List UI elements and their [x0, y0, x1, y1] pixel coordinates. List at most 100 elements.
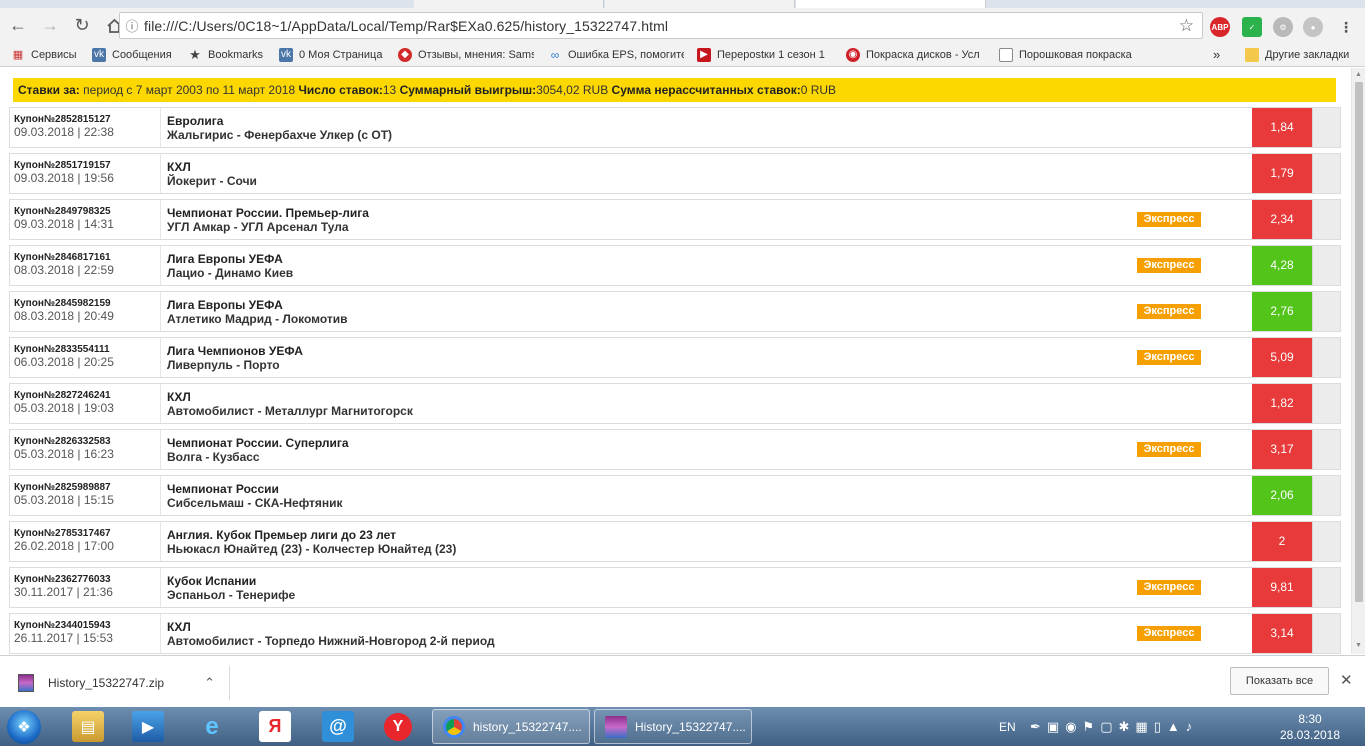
scroll-up-icon[interactable]: ▲: [1355, 71, 1362, 78]
row-expand-cell[interactable]: [1312, 338, 1340, 377]
bookmark-item[interactable]: Порошковая покраска: [999, 47, 1133, 62]
bet-row[interactable]: Купон№2849798325 09.03.2018 | 14:31 Чемпио…: [9, 199, 1341, 240]
address-bar[interactable]: ⓘ file:///C:/Users/0C18~1/AppData/Local/…: [119, 12, 1203, 39]
match-name: Жальгирис - Фенербахче Улкер (с ОТ): [167, 128, 393, 142]
yandex-icon[interactable]: Y: [384, 713, 412, 741]
start-button[interactable]: ❖: [7, 710, 41, 744]
clock[interactable]: 8:30 28.03.2018: [1275, 711, 1345, 743]
row-expand-cell[interactable]: [1312, 522, 1340, 561]
odds-value: 2,06: [1252, 476, 1312, 515]
bet-row[interactable]: Купон№2362776033 30.11.2017 | 21:36 Кубок …: [9, 567, 1341, 608]
coupon-number: Купон№2845982159: [14, 298, 111, 309]
bet-row[interactable]: Купон№2846817161 08.03.2018 | 22:59 Лига Е…: [9, 245, 1341, 286]
yandex-browser-icon[interactable]: Я: [259, 711, 291, 742]
scrollbar-thumb[interactable]: [1355, 82, 1363, 602]
battery-icon[interactable]: ▯: [1154, 719, 1161, 735]
apps-grid-icon: ▦: [12, 49, 24, 61]
bet-row[interactable]: Купон№2825989887 05.03.2018 | 15:15 Чемпио…: [9, 475, 1341, 516]
internet-explorer-icon[interactable]: e: [196, 711, 228, 742]
chevron-up-icon[interactable]: ⌃: [204, 675, 215, 691]
bookmark-item[interactable]: ∞ Ошибка EPS, помогите: [548, 48, 684, 62]
bookmark-label: Сервисы: [31, 48, 77, 61]
info-icon[interactable]: ⓘ: [120, 16, 144, 35]
bolt-icon: ∞: [550, 47, 560, 62]
extension-icon[interactable]: ●: [1303, 17, 1323, 37]
bookmark-item[interactable]: ◆ Отзывы, мнения: Sams: [398, 47, 534, 62]
bet-date: 08.03.2018 | 22:59: [14, 263, 114, 277]
volume-icon[interactable]: ♪: [1186, 719, 1193, 734]
browser-tab[interactable]: [605, 0, 795, 8]
app-tray-icon[interactable]: ▦: [1135, 719, 1147, 735]
row-expand-cell[interactable]: [1312, 108, 1340, 147]
forward-button[interactable]: →: [36, 12, 64, 40]
bookmark-item[interactable]: ▦ Сервисы: [11, 48, 86, 62]
scroll-down-icon[interactable]: ▼: [1355, 642, 1362, 649]
bluetooth-icon[interactable]: ✱: [1119, 719, 1130, 735]
bookmark-item[interactable]: ◉ Покраска дисков - Усл: [846, 47, 984, 62]
chrome-tray-icon[interactable]: ◉: [1065, 719, 1076, 735]
extension-gear-icon[interactable]: ⚙: [1273, 17, 1293, 37]
express-badge: Экспресс: [1137, 350, 1201, 365]
language-indicator[interactable]: EN: [999, 707, 1016, 746]
bet-row[interactable]: Купон№2826332583 05.03.2018 | 16:23 Чемпио…: [9, 429, 1341, 470]
download-item[interactable]: History_15322747.zip ⌃: [10, 666, 230, 700]
bookmark-star-icon[interactable]: ☆: [1179, 16, 1194, 36]
explorer-icon[interactable]: ▤: [72, 711, 104, 742]
row-expand-cell[interactable]: [1312, 614, 1340, 653]
row-expand-cell[interactable]: [1312, 200, 1340, 239]
download-file-name[interactable]: History_15322747.zip: [48, 676, 204, 690]
bet-row[interactable]: Купон№2851719157 09.03.2018 | 19:56 КХЛ Йок…: [9, 153, 1341, 194]
row-expand-cell[interactable]: [1312, 568, 1340, 607]
row-expand-cell[interactable]: [1312, 292, 1340, 331]
bet-row[interactable]: Купон№2845982159 08.03.2018 | 20:49 Лига Е…: [9, 291, 1341, 332]
bet-row[interactable]: Купон№2852815127 09.03.2018 | 22:38 Евроли…: [9, 107, 1341, 148]
tray-app-icon[interactable]: ▣: [1047, 719, 1059, 735]
mail-icon[interactable]: @: [322, 711, 354, 742]
close-icon[interactable]: ✕: [1340, 671, 1353, 689]
bet-row[interactable]: Купон№2833554111 06.03.2018 | 20:25 Лига Ч…: [9, 337, 1341, 378]
row-expand-cell[interactable]: [1312, 430, 1340, 469]
league-name: Кубок Испании: [167, 574, 257, 588]
bookmark-item[interactable]: ▶ Перероstки 1 сезон 1: [697, 47, 831, 62]
row-expand-cell[interactable]: [1312, 154, 1340, 193]
row-expand-cell[interactable]: [1312, 384, 1340, 423]
shield-icon[interactable]: ✓: [1242, 17, 1262, 37]
count-label: Число ставок:: [298, 83, 383, 97]
windows-taskbar: ❖ ▤ ▶ e Я @ Y history_15322747.... Histo…: [0, 707, 1365, 746]
column-divider: [160, 430, 161, 469]
url-text[interactable]: file:///C:/Users/0C18~1/AppData/Local/Te…: [144, 18, 668, 34]
bet-row[interactable]: Купон№2344015943 26.11.2017 | 15:53 КХЛ Авт…: [9, 613, 1341, 654]
bookmark-label: Отзывы, мнения: Sams: [418, 48, 534, 61]
row-expand-cell[interactable]: [1312, 246, 1340, 285]
other-bookmarks-label: Другие закладки: [1265, 48, 1350, 61]
taskbar-task-chrome[interactable]: history_15322747....: [432, 709, 590, 744]
bookmark-item[interactable]: ★ Bookmarks: [188, 48, 264, 62]
bet-row[interactable]: Купон№2827246241 05.03.2018 | 19:03 КХЛ Авт…: [9, 383, 1341, 424]
taskbar-task-winrar[interactable]: History_15322747....: [594, 709, 752, 744]
odds-value: 1,82: [1252, 384, 1312, 423]
page-scrollbar[interactable]: ▲ ▼: [1351, 68, 1365, 654]
bet-row[interactable]: Купон№2785317467 26.02.2018 | 17:00 Англия…: [9, 521, 1341, 562]
menu-icon[interactable]: ⋮: [1336, 17, 1356, 37]
browser-tab[interactable]: [414, 0, 604, 8]
pen-icon[interactable]: ✒: [1030, 719, 1041, 735]
show-all-downloads-button[interactable]: Показать все: [1230, 667, 1329, 695]
window-icon[interactable]: ▢: [1100, 719, 1112, 735]
network-icon[interactable]: ▲: [1167, 719, 1180, 734]
bookmarks-overflow-button[interactable]: »: [1213, 47, 1220, 62]
column-divider: [160, 384, 161, 423]
bookmark-item[interactable]: vk Сообщения: [92, 47, 180, 62]
match-name: Автомобилист - Торпедо Нижний-Новгород 2…: [167, 634, 495, 648]
arrow-right-icon: →: [41, 15, 59, 35]
other-bookmarks-folder[interactable]: Другие закладки: [1245, 47, 1357, 62]
row-expand-cell[interactable]: [1312, 476, 1340, 515]
flag-icon[interactable]: ⚑: [1083, 719, 1095, 735]
media-player-icon[interactable]: ▶: [132, 711, 164, 742]
reload-button[interactable]: ↻: [68, 12, 96, 40]
browser-tab-active[interactable]: [796, 0, 986, 8]
column-divider: [160, 568, 161, 607]
back-button[interactable]: ←: [4, 12, 32, 40]
adblock-icon[interactable]: ABP: [1210, 17, 1230, 37]
bet-date: 30.11.2017 | 21:36: [14, 585, 113, 599]
bookmark-item[interactable]: vk 0 Моя Страница: [279, 47, 389, 62]
